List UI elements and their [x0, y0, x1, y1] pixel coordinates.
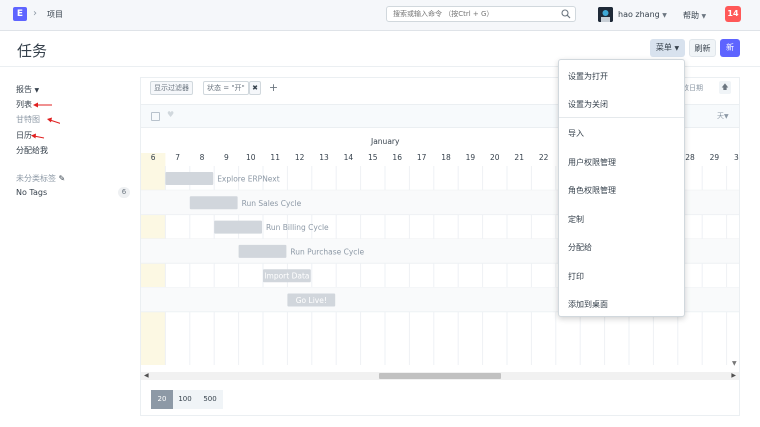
menu-dropdown: 设置为打开 设置为关闭 导入 用户权限管理 角色权限管理 定制 分配给 打印 添… [558, 59, 685, 317]
search-input[interactable] [387, 7, 558, 21]
pencil-icon[interactable]: ✎ [59, 174, 66, 183]
menu-item-customize[interactable]: 定制 [568, 214, 584, 225]
select-all-checkbox[interactable] [151, 112, 160, 121]
task-label: Run Billing Cycle [266, 223, 329, 232]
user-menu[interactable]: hao zhang ▼ [618, 10, 667, 19]
day-tick-label: 13 [319, 153, 329, 162]
menu-divider [559, 117, 684, 118]
horizontal-scrollbar[interactable]: ◀ ▶ [141, 372, 739, 380]
menu-label: 菜单 [655, 43, 672, 52]
page-title: 任务 [17, 42, 48, 60]
view-mode-label: 天 [717, 112, 724, 120]
day-tick-label: 9 [224, 153, 229, 162]
day-tick-label: 6 [151, 153, 156, 162]
sort-order-icon[interactable]: 🡅 [719, 81, 731, 94]
chevron-right-icon: › [33, 8, 37, 19]
caret-down-icon: ▼ [674, 45, 680, 52]
month-label: January [370, 137, 400, 146]
task-bar [214, 220, 262, 234]
day-tick-label: 29 [710, 153, 720, 162]
task-label: Import Data [264, 272, 309, 281]
day-tick-label: 10 [246, 153, 256, 162]
tags-header-label: 未分类标签 [16, 174, 56, 183]
day-tick-label: 12 [295, 153, 305, 162]
task-label: Run Purchase Cycle [290, 247, 364, 256]
show-filters-button[interactable]: 显示过滤器 [150, 81, 193, 95]
search-icon[interactable] [561, 9, 571, 19]
menu-item-print[interactable]: 打印 [568, 271, 584, 282]
day-tick-label: 15 [368, 153, 378, 162]
refresh-button[interactable]: 刷新 [689, 39, 716, 57]
day-tick-label: 21 [514, 153, 524, 162]
menu-item-add-to-desktop[interactable]: 添加到桌面 [568, 299, 608, 310]
search-box[interactable] [386, 6, 576, 22]
caret-down-icon: ▼ [34, 87, 40, 94]
day-tick-label: 19 [466, 153, 476, 162]
task-bar [165, 172, 214, 185]
username-label: hao zhang [618, 10, 660, 19]
day-tick-label: 30 [734, 153, 739, 162]
task-label: Explore ERPNext [217, 175, 280, 184]
notification-badge[interactable]: 14 [725, 6, 741, 22]
day-tick-label: 18 [441, 153, 451, 162]
sidebar-item-report[interactable]: 报告 ▼ [16, 84, 39, 95]
help-menu[interactable]: 帮助 ▼ [683, 10, 706, 21]
day-tick-label: 17 [417, 153, 427, 162]
caret-down-icon: ▼ [701, 13, 707, 20]
annotation-arrows [31, 102, 60, 139]
menu-item-import[interactable]: 导入 [568, 128, 584, 139]
day-tick-label: 20 [490, 153, 500, 162]
day-tick-label: 28 [685, 153, 695, 162]
menu-item-user-permissions[interactable]: 用户权限管理 [568, 157, 616, 168]
task-bar [238, 244, 287, 258]
view-mode-select[interactable]: 天▼ [717, 111, 729, 121]
caret-down-icon: ▼ [662, 12, 667, 19]
task-label: Run Sales Cycle [242, 199, 302, 208]
scroll-left-arrow-icon[interactable]: ◀ [144, 372, 149, 379]
day-tick-label: 16 [392, 153, 402, 162]
tags-header: 未分类标签 ✎ [16, 173, 65, 184]
filter-tag[interactable]: 状态 = "开" [203, 81, 249, 95]
help-label: 帮助 [683, 11, 699, 20]
day-tick-label: 22 [539, 153, 549, 162]
menu-item-role-permissions[interactable]: 角色权限管理 [568, 185, 616, 196]
remove-filter-icon[interactable]: ✖ [249, 81, 261, 95]
day-tick-label: 14 [344, 153, 354, 162]
sidebar-item-label: 报告 [16, 85, 32, 94]
heart-icon[interactable]: ♥ [167, 110, 174, 119]
menu-item-assign-to[interactable]: 分配给 [568, 242, 592, 253]
caret-down-icon: ▼ [724, 113, 729, 120]
task-label: Go Live! [296, 296, 327, 305]
new-button[interactable]: 新 [720, 39, 740, 57]
page-size-100[interactable]: 100 [173, 390, 197, 409]
app-logo[interactable]: E [13, 7, 27, 21]
tag-count-badge: 6 [118, 187, 130, 198]
tag-item[interactable]: No Tags [16, 188, 47, 197]
breadcrumb-project[interactable]: 项目 [47, 9, 63, 20]
add-filter-button[interactable]: + [267, 81, 280, 95]
menu-item-set-closed[interactable]: 设置为关闭 [568, 99, 608, 110]
menu-item-set-open[interactable]: 设置为打开 [568, 71, 608, 82]
day-tick-label: 7 [175, 153, 180, 162]
menu-button[interactable]: 菜单 ▼ [650, 39, 685, 57]
page-size-20[interactable]: 20 [151, 390, 173, 409]
day-tick-label: 11 [270, 153, 280, 162]
scroll-down-arrow-icon[interactable]: ▼ [732, 360, 737, 367]
scroll-right-arrow-icon[interactable]: ▶ [731, 372, 736, 379]
page-size-500[interactable]: 500 [197, 390, 223, 409]
avatar[interactable] [598, 7, 613, 22]
task-bar [189, 196, 238, 210]
scrollbar-thumb[interactable] [379, 373, 501, 379]
day-tick-label: 8 [200, 153, 205, 162]
